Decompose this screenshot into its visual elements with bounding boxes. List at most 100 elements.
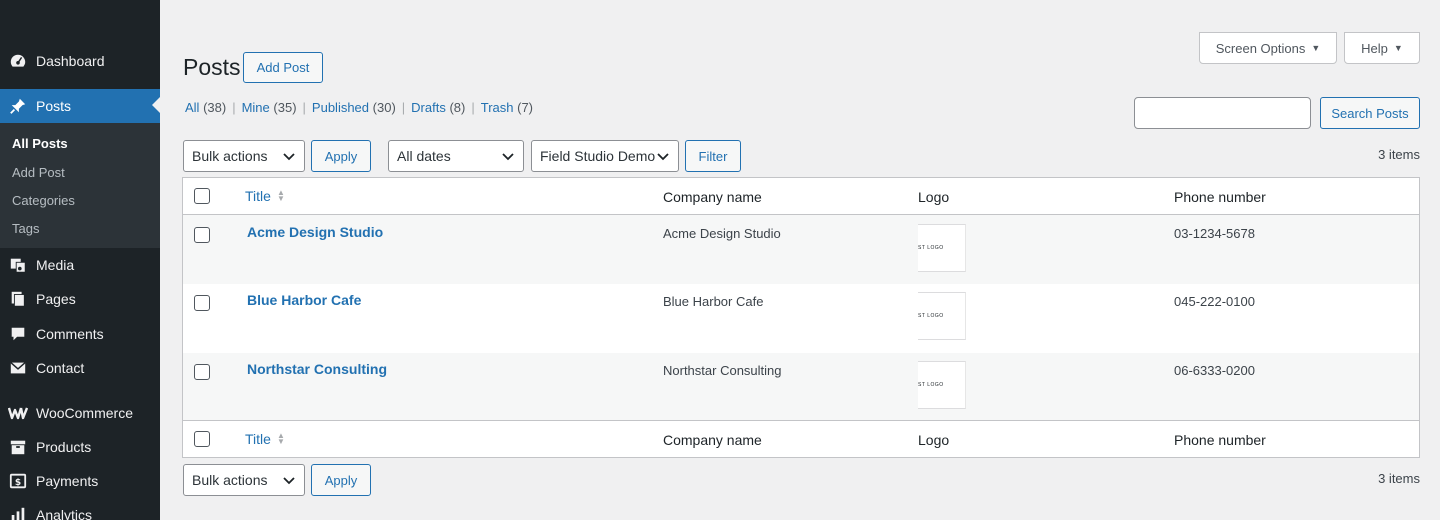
column-company-header: Company name <box>663 189 762 205</box>
company-cell: Acme Design Studio <box>663 226 781 241</box>
sidebar-item-label: Contact <box>36 360 85 376</box>
page-title: Posts <box>183 54 241 80</box>
sidebar-item-label: Comments <box>36 326 104 342</box>
phone-cell: 03-1234-5678 <box>1174 226 1255 241</box>
post-title-link[interactable]: Blue Harbor Cafe <box>247 292 361 308</box>
logo-text: ST LOGO <box>918 245 944 251</box>
column-logo-header: Logo <box>918 432 950 448</box>
items-count: 3 items <box>1378 147 1420 162</box>
submenu-tags[interactable]: Tags <box>12 221 39 236</box>
row-checkbox[interactable] <box>194 364 210 380</box>
filter-button[interactable]: Filter <box>685 140 741 172</box>
category-filter-value: Field Studio Demo <box>540 148 656 164</box>
products-icon <box>8 437 28 457</box>
sidebar-item-products[interactable]: Products <box>0 430 160 464</box>
media-icon <box>8 255 28 275</box>
logo-image: ST LOGO <box>918 361 966 409</box>
submenu-all-posts[interactable]: All Posts <box>12 136 68 151</box>
search-posts-button[interactable]: Search Posts <box>1320 97 1420 129</box>
sort-icon: ▲ ▼ <box>276 188 285 203</box>
table-footer: Title ▲ ▼ Company name Logo Phone number <box>183 420 1419 457</box>
sidebar-item-comments[interactable]: Comments <box>0 317 160 351</box>
sort-icon: ▲ ▼ <box>276 431 285 446</box>
column-title-header[interactable]: Title ▲ ▼ <box>245 188 285 204</box>
date-filter-select[interactable]: All dates <box>388 140 524 172</box>
sidebar-item-pages[interactable]: Pages <box>0 282 160 316</box>
column-title-header[interactable]: Title ▲ ▼ <box>245 431 285 447</box>
table-row: Northstar Consulting Northstar Consultin… <box>183 353 1419 422</box>
chevron-down-icon <box>502 153 514 161</box>
select-all-checkbox[interactable] <box>194 188 210 204</box>
date-filter-value: All dates <box>397 148 451 164</box>
posts-table: Title ▲ ▼ Company name Logo Phone number … <box>182 177 1420 458</box>
logo-image: ST LOGO <box>918 292 966 340</box>
chevron-down-icon <box>657 153 669 161</box>
woocommerce-icon <box>8 403 28 423</box>
dashboard-icon <box>8 51 28 71</box>
admin-sidebar: Dashboard Posts All Posts Add Post Categ… <box>0 0 160 520</box>
sidebar-item-payments[interactable]: $ Payments <box>0 464 160 498</box>
view-count: (38) <box>203 100 227 115</box>
pin-icon <box>8 96 28 116</box>
view-count: (8) <box>449 100 466 115</box>
add-post-button[interactable]: Add Post <box>243 52 323 83</box>
row-checkbox[interactable] <box>194 227 210 243</box>
view-mine-link[interactable]: Mine <box>242 100 270 115</box>
logo-text: ST LOGO <box>918 313 944 319</box>
sidebar-item-contact[interactable]: Contact <box>0 351 160 385</box>
help-button[interactable]: Help ▼ <box>1344 32 1420 64</box>
phone-cell: 06-6333-0200 <box>1174 363 1255 378</box>
view-published-link[interactable]: Published <box>312 100 369 115</box>
sidebar-item-label: Pages <box>36 291 76 307</box>
sidebar-item-label: Media <box>36 257 75 273</box>
screen-options-button[interactable]: Screen Options ▼ <box>1199 32 1337 64</box>
bulk-actions-select[interactable]: Bulk actions <box>183 140 305 172</box>
posts-submenu: All Posts Add Post Categories Tags <box>0 123 160 248</box>
column-phone-header: Phone number <box>1174 189 1266 205</box>
view-separator: | <box>471 100 475 115</box>
row-checkbox[interactable] <box>194 295 210 311</box>
post-title-link[interactable]: Acme Design Studio <box>247 224 383 240</box>
phone-cell: 045-222-0100 <box>1174 294 1255 309</box>
caret-down-icon: ▼ <box>1393 43 1403 53</box>
bulk-actions-value: Bulk actions <box>192 472 268 488</box>
caret-down-icon: ▼ <box>1311 43 1321 53</box>
view-all-link[interactable]: All <box>185 100 199 115</box>
view-count: (30) <box>372 100 396 115</box>
column-phone-header: Phone number <box>1174 432 1266 448</box>
bulk-actions-select-bottom[interactable]: Bulk actions <box>183 464 305 496</box>
sidebar-item-label: Posts <box>36 98 72 114</box>
table-row: Blue Harbor Cafe Blue Harbor Cafe ST LOG… <box>183 284 1419 353</box>
view-count: (35) <box>273 100 297 115</box>
company-cell: Northstar Consulting <box>663 363 782 378</box>
post-status-views: All (38) | Mine (35) | Published (30) | … <box>185 100 533 115</box>
table-header: Title ▲ ▼ Company name Logo Phone number <box>183 178 1419 215</box>
table-row: Acme Design Studio Acme Design Studio ST… <box>183 215 1419 284</box>
sidebar-item-analytics[interactable]: Analytics <box>0 498 160 520</box>
view-trash-link[interactable]: Trash <box>481 100 514 115</box>
chevron-down-icon <box>283 153 295 161</box>
mail-icon <box>8 358 28 378</box>
sidebar-item-media[interactable]: Media <box>0 248 160 282</box>
view-drafts-link[interactable]: Drafts <box>411 100 446 115</box>
sidebar-item-label: Analytics <box>36 507 93 520</box>
logo-text: ST LOGO <box>918 382 944 388</box>
analytics-icon <box>8 505 28 520</box>
sidebar-item-woocommerce[interactable]: WooCommerce <box>0 396 160 430</box>
apply-button[interactable]: Apply <box>311 140 371 172</box>
sidebar-item-dashboard[interactable]: Dashboard <box>0 44 160 78</box>
sidebar-item-label: Dashboard <box>36 53 105 69</box>
select-all-checkbox[interactable] <box>194 431 210 447</box>
apply-button-bottom[interactable]: Apply <box>311 464 371 496</box>
bulk-actions-value: Bulk actions <box>192 148 268 164</box>
search-input[interactable] <box>1134 97 1311 129</box>
post-title-link[interactable]: Northstar Consulting <box>247 361 387 377</box>
sidebar-item-posts[interactable]: Posts <box>0 89 160 123</box>
column-company-header: Company name <box>663 432 762 448</box>
category-filter-select[interactable]: Field Studio Demo <box>531 140 679 172</box>
submenu-add-post[interactable]: Add Post <box>12 165 65 180</box>
help-label: Help <box>1361 40 1388 56</box>
submenu-categories[interactable]: Categories <box>12 193 75 208</box>
items-count-bottom: 3 items <box>1378 471 1420 486</box>
pages-icon <box>8 289 28 309</box>
